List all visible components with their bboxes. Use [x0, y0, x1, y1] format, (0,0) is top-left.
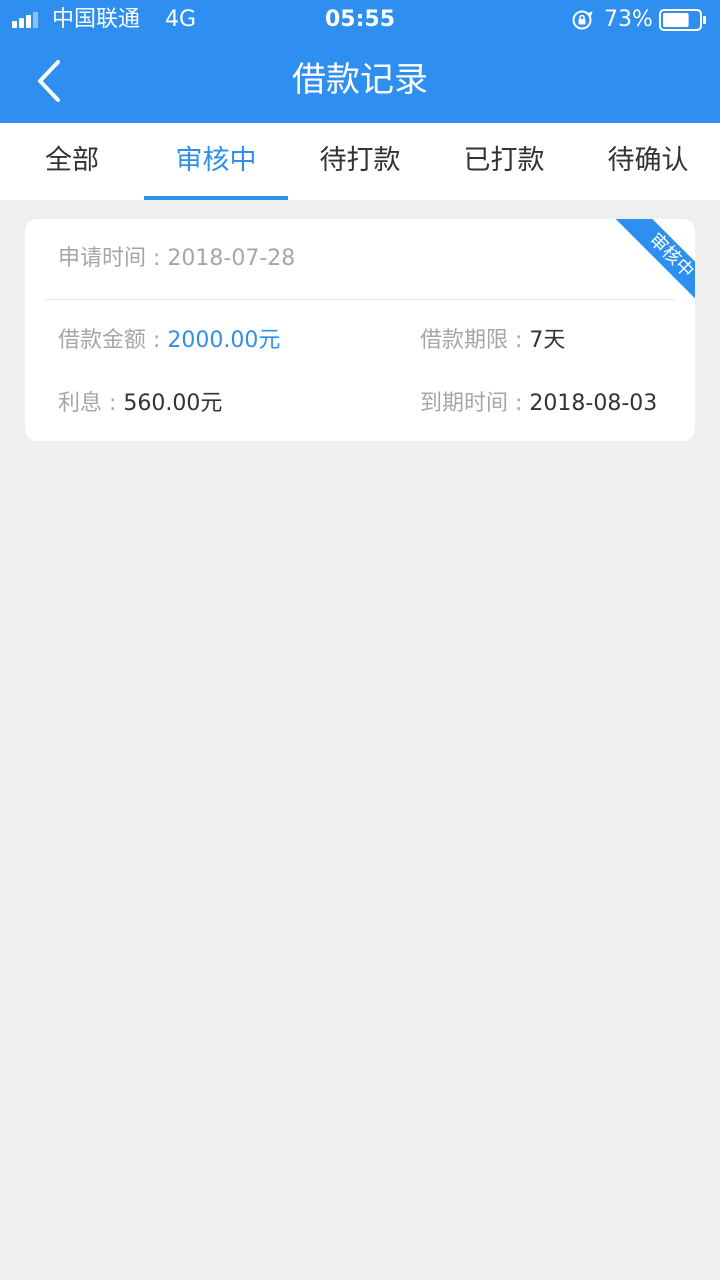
interest-row: 利息 : 560.00元: [58, 389, 222, 419]
status-badge: 审核中: [613, 219, 695, 301]
rotation-lock-icon: [572, 10, 593, 30]
status-bar: 中国联通 4G 05:55 73%: [0, 0, 720, 40]
loan-amount-row: 借款金额 : 2000.00元: [58, 326, 280, 356]
card-divider: [45, 299, 675, 300]
loan-amount-value: 2000.00元: [167, 328, 281, 353]
tab-under-review[interactable]: 审核中: [144, 123, 288, 200]
loan-term-value: 7天: [529, 328, 566, 353]
due-date-label: 到期时间 :: [420, 391, 530, 416]
tab-pending-confirmation[interactable]: 待确认: [576, 123, 720, 200]
status-ribbon: 审核中: [613, 219, 695, 301]
loan-amount-label: 借款金额 :: [58, 328, 168, 353]
battery-icon: [659, 9, 706, 31]
tab-all[interactable]: 全部: [0, 123, 144, 200]
page-title: 借款记录: [292, 60, 428, 100]
loan-term-label: 借款期限 :: [420, 328, 530, 353]
due-date-row: 到期时间 : 2018-08-03: [420, 389, 657, 419]
loan-term-row: 借款期限 : 7天: [420, 326, 565, 356]
apply-time-label: 申请时间 :: [58, 246, 168, 271]
navigation-bar: 借款记录: [0, 40, 720, 123]
battery-percentage: 73%: [604, 7, 653, 32]
interest-label: 利息 :: [58, 391, 124, 416]
tab-paid[interactable]: 已打款: [432, 123, 576, 200]
due-date-value: 2018-08-03: [529, 391, 658, 416]
interest-value: 560.00元: [123, 391, 223, 416]
tab-pending-payment[interactable]: 待打款: [288, 123, 432, 200]
apply-time-value: 2018-07-28: [167, 246, 296, 271]
apply-time-row: 申请时间 : 2018-07-28: [58, 244, 295, 274]
status-tabs: 全部 审核中 待打款 已打款 待确认: [0, 123, 720, 200]
loan-record-card[interactable]: 申请时间 : 2018-07-28 借款金额 : 2000.00元 借款期限 :…: [25, 219, 695, 441]
